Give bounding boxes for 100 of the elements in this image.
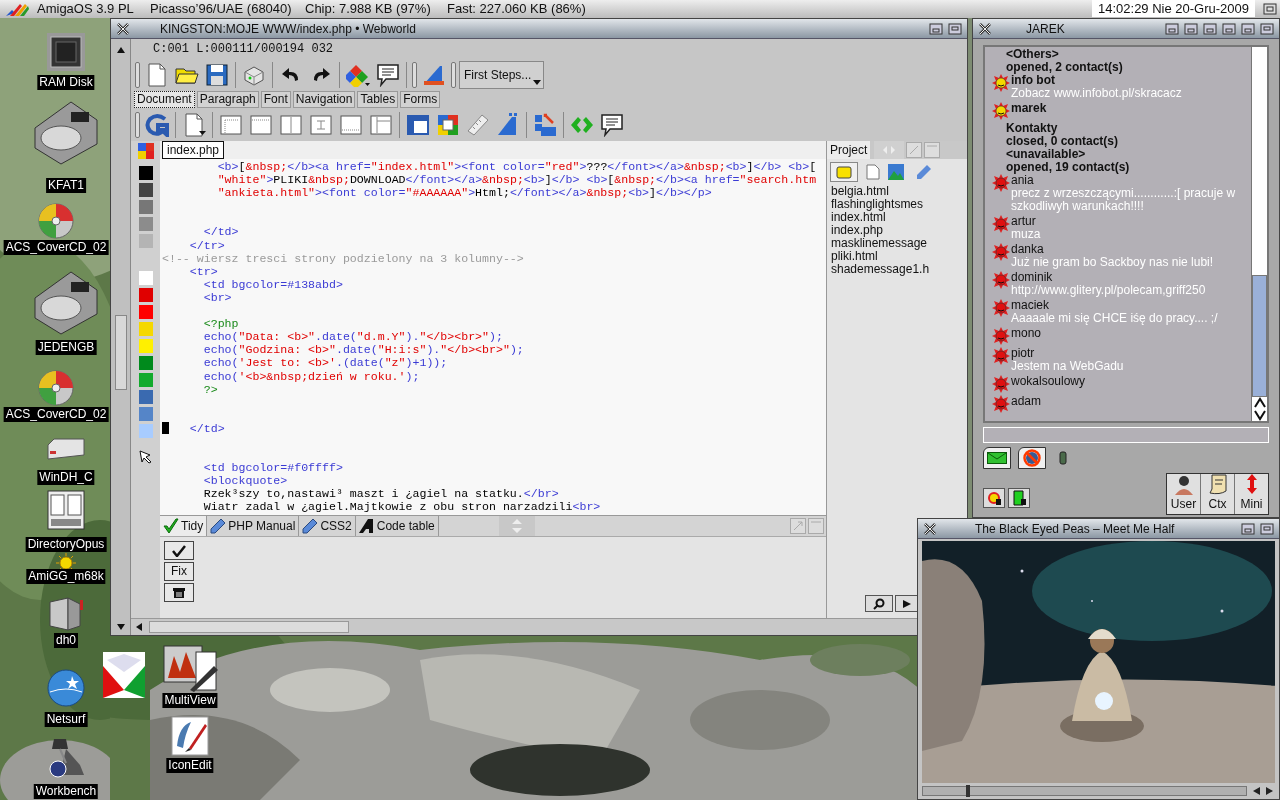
toolbar-button[interactable]: Ctx	[1201, 474, 1234, 514]
code-area[interactable]	[160, 159, 826, 515]
document-icon[interactable]	[182, 112, 206, 137]
color-swatch[interactable]	[138, 373, 153, 387]
message-button[interactable]	[983, 447, 1011, 469]
table-layout-icon[interactable]	[249, 112, 273, 137]
toolbar-handle[interactable]	[135, 111, 140, 138]
color-swatch[interactable]	[138, 390, 153, 404]
depth-gadget-icon[interactable]	[1260, 522, 1274, 535]
move-blocks-icon[interactable]	[533, 112, 557, 137]
scroll-down-icon[interactable]	[1252, 409, 1267, 421]
vertical-scrollbar[interactable]	[111, 39, 131, 635]
seek-thumb[interactable]	[966, 785, 971, 797]
file-item[interactable]: index.php	[831, 224, 967, 237]
tab[interactable]: Navigation	[292, 91, 356, 108]
new-document-icon[interactable]	[145, 62, 169, 87]
depth-gadget-icon[interactable]	[948, 22, 962, 35]
fix-button[interactable]: Fix	[164, 562, 194, 581]
panel-tab[interactable]: Tidy	[160, 516, 208, 536]
contact-name[interactable]: adam	[1011, 395, 1042, 408]
rewind-icon[interactable]	[1251, 786, 1261, 796]
toolbar-handle[interactable]	[135, 61, 140, 88]
contact-name[interactable]: marek	[1011, 102, 1047, 115]
color-swatch[interactable]	[138, 183, 153, 197]
tab[interactable]: Document	[134, 91, 195, 108]
color-swatch[interactable]	[138, 322, 153, 336]
color-picker-icon[interactable]	[346, 62, 370, 87]
message-input[interactable]	[983, 427, 1269, 443]
list-scrollbar[interactable]	[1251, 47, 1267, 421]
accent-logo-icon[interactable]	[496, 112, 520, 137]
info-button[interactable]	[983, 488, 1005, 508]
info-button[interactable]	[1008, 488, 1030, 508]
file-item[interactable]: pliki.html	[831, 250, 967, 263]
file-item[interactable]: belgia.html	[831, 185, 967, 198]
contact-name[interactable]: ania	[1011, 174, 1251, 187]
play-button[interactable]	[895, 595, 919, 612]
close-icon[interactable]	[923, 522, 937, 535]
block-button[interactable]	[1018, 447, 1046, 469]
table-layout-icon[interactable]	[369, 112, 393, 137]
color-palette-icon[interactable]	[137, 143, 154, 159]
contact-name[interactable]: danka	[1011, 243, 1218, 256]
toolbar-button[interactable]: User	[1167, 474, 1200, 514]
title-bar[interactable]: The Black Eyed Peas – Meet Me Half	[918, 519, 1279, 539]
file-item[interactable]: flashinglightsmes	[831, 198, 967, 211]
frame-layout-icon[interactable]	[406, 112, 430, 137]
color-swatch[interactable]	[138, 200, 153, 214]
tab[interactable]: Forms	[400, 91, 441, 108]
toolbar-button[interactable]: Mini	[1235, 474, 1268, 514]
file-item[interactable]: index.html	[831, 211, 967, 224]
title-bar[interactable]: KINGSTON:MOJE WWW/index.php • Webworld	[111, 19, 967, 39]
save-icon[interactable]	[205, 62, 229, 87]
window-gadget-icon[interactable]	[929, 22, 943, 35]
comment-icon[interactable]	[376, 62, 400, 87]
forward-icon[interactable]	[1265, 786, 1275, 796]
contact-name[interactable]: piotr	[1011, 347, 1128, 360]
delete-button[interactable]	[164, 583, 194, 602]
color-swatch[interactable]	[138, 305, 153, 319]
panel-tab[interactable]: CSS2	[299, 516, 356, 536]
file-icon[interactable]	[866, 164, 880, 180]
contact-name[interactable]: info bot	[1011, 74, 1186, 87]
window-gadget-icon[interactable]	[1241, 522, 1255, 535]
scroll-thumb[interactable]	[149, 620, 349, 633]
icon-label[interactable]: MultiView	[162, 693, 218, 708]
close-icon[interactable]	[978, 22, 992, 35]
icon-label[interactable]: IconEdit	[166, 758, 214, 773]
file-item[interactable]: masklinemessage	[831, 237, 967, 250]
folder-button[interactable]	[830, 162, 858, 182]
scroll-thumb[interactable]	[1252, 275, 1267, 397]
file-tab[interactable]: index.php	[162, 141, 225, 159]
scroll-thumb[interactable]	[114, 315, 127, 390]
contact-name[interactable]: mono	[1011, 327, 1042, 340]
panel-tab[interactable]: PHP Manual	[207, 516, 300, 536]
paint-brush-icon[interactable]	[171, 716, 209, 756]
table-layout-icon[interactable]	[309, 112, 333, 137]
tab[interactable]: Font	[260, 91, 291, 108]
pointer-icon[interactable]	[138, 450, 153, 464]
check-button[interactable]	[164, 541, 194, 560]
scroll-up-icon[interactable]	[1252, 397, 1267, 409]
table-layout-icon[interactable]	[219, 112, 243, 137]
window-gadget-icon[interactable]	[1222, 22, 1236, 35]
contact-name[interactable]: wokalsoulowy	[1011, 375, 1086, 388]
window-gadget-icon[interactable]	[1165, 22, 1179, 35]
color-swatch[interactable]	[138, 288, 153, 302]
comment-icon[interactable]	[600, 112, 624, 137]
color-swatch[interactable]	[138, 166, 153, 180]
search-button[interactable]	[865, 595, 893, 612]
phone-icon[interactable]	[1059, 451, 1067, 465]
color-swatch[interactable]	[138, 271, 153, 285]
contact-name[interactable]: artur	[1011, 215, 1045, 228]
color-swatch[interactable]	[138, 424, 153, 438]
tab[interactable]: Tables	[357, 91, 399, 108]
image-viewer-icon[interactable]	[162, 642, 218, 692]
table-layout-icon[interactable]	[279, 112, 303, 137]
tab[interactable]: Paragraph	[196, 91, 259, 108]
title-bar[interactable]: JAREK	[973, 19, 1279, 39]
pen-icon[interactable]	[916, 164, 932, 180]
toolbar-handle[interactable]	[451, 61, 456, 88]
toolbar-handle[interactable]	[412, 61, 417, 88]
color-swatch[interactable]	[138, 356, 153, 370]
first-steps-dropdown[interactable]: First Steps...	[459, 60, 545, 89]
